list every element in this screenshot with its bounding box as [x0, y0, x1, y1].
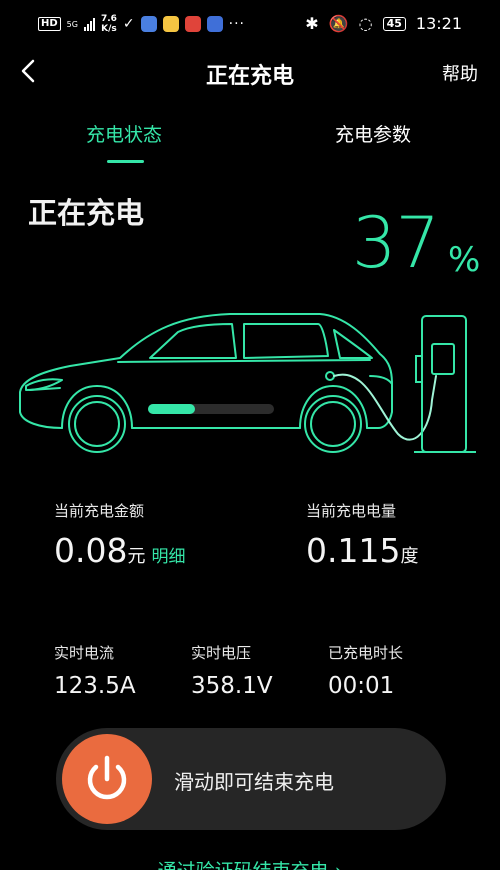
car-outline-icon	[19, 313, 437, 453]
speed-unit: K/s	[101, 24, 117, 34]
battery-progress-fill	[148, 404, 195, 414]
wechat-icon: ✓	[122, 16, 135, 32]
charge-percent: 37 %	[352, 198, 480, 288]
stat-voltage-label: 实时电压	[191, 644, 252, 662]
app-icon-blue	[140, 16, 157, 32]
stat-amount-label: 当前充电金额	[54, 502, 145, 520]
stat-amount-value-row: 0.08元 明细	[54, 531, 185, 570]
stat-amount-unit: 元	[127, 546, 146, 567]
stat-energy-unit: 度	[400, 546, 419, 567]
clock: 13:21	[415, 14, 462, 33]
car-charging-illustration	[19, 313, 476, 453]
stat-amount-value: 0.08	[54, 531, 128, 570]
stat-duration: 已充电时长 00:01	[328, 642, 403, 699]
stat-energy: 当前充电电量 0.115度	[306, 500, 418, 570]
status-bar-left: HD 5G 7.6 K/s ✓ ···	[38, 14, 245, 34]
stat-current-value: 123.5A	[54, 673, 136, 699]
app-icon-paw	[206, 16, 223, 32]
stat-duration-label: 已充电时长	[328, 644, 404, 662]
amount-detail-link[interactable]: 明细	[151, 547, 185, 567]
app-icon-red	[184, 16, 201, 32]
app-icon-yellow	[162, 16, 179, 32]
stat-duration-value: 00:01	[328, 673, 395, 699]
tab-charge-status[interactable]: 充电状态	[86, 120, 162, 147]
network-speed: 7.6 K/s	[101, 14, 117, 34]
charging-state-text: 正在充电	[28, 196, 145, 230]
stat-energy-value: 0.115	[306, 531, 401, 570]
status-bar-right: ✱ 🔕 ◌ 45 13:21	[305, 14, 462, 33]
stat-energy-label: 当前充电电量	[306, 502, 397, 520]
stat-current-label: 实时电流	[54, 644, 115, 662]
tab-bar: 充电状态 充电参数	[0, 118, 500, 168]
power-icon	[87, 755, 127, 800]
nav-bar: 正在充电 帮助	[0, 52, 500, 92]
help-button[interactable]: 帮助	[442, 60, 478, 86]
slide-to-stop-knob[interactable]	[62, 734, 152, 824]
stat-voltage: 实时电压 358.1V	[191, 642, 273, 699]
active-tab-indicator	[107, 160, 144, 163]
charge-percent-value: 37	[352, 202, 440, 284]
slide-to-stop-track[interactable]: 滑动即可结束充电	[56, 728, 446, 830]
page-title: 正在充电	[205, 64, 294, 89]
stat-energy-value-row: 0.115度	[306, 531, 418, 570]
more-notifications-icon: ···	[228, 16, 246, 32]
hd-badge: HD	[38, 17, 61, 31]
wifi-icon: ◌	[358, 14, 373, 33]
signal-icon	[83, 17, 95, 31]
bluetooth-icon: ✱	[305, 14, 319, 33]
stat-current: 实时电流 123.5A	[54, 642, 136, 699]
battery-icon: 45	[382, 16, 406, 31]
status-bar: HD 5G 7.6 K/s ✓ ··· ✱ 🔕 ◌ 45 13:21	[0, 0, 500, 52]
tab-charge-params[interactable]: 充电参数	[335, 120, 411, 147]
slide-to-stop-label: 滑动即可结束充电	[174, 770, 334, 794]
stat-amount: 当前充电金额 0.08元 明细	[54, 500, 185, 570]
charge-percent-sign: %	[448, 240, 481, 280]
stat-voltage-value: 358.1V	[191, 673, 273, 699]
signal-label: 5G	[66, 19, 78, 29]
mute-icon: 🔕	[328, 14, 349, 33]
verify-code-stop-link[interactable]: 通过验证码结束充电 ›	[0, 856, 500, 870]
speed-value: 7.6	[100, 14, 117, 24]
